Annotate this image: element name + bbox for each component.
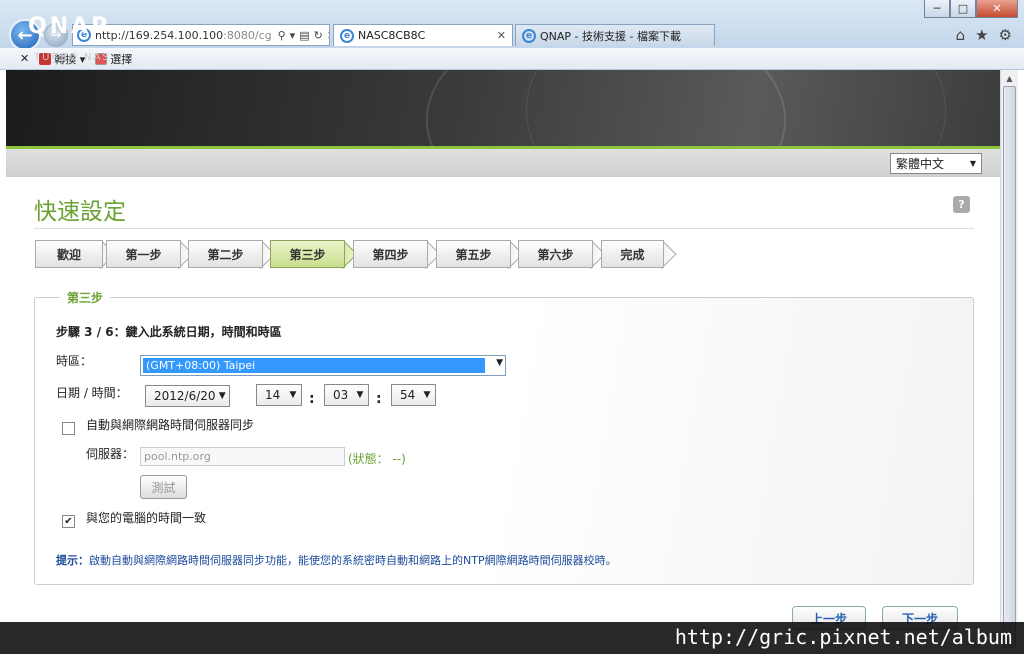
- search-icon[interactable]: ⚲: [278, 29, 286, 42]
- tab-label: QNAP - 技術支援 - 檔案下載: [540, 29, 681, 43]
- step-3[interactable]: 第三步: [270, 240, 345, 268]
- command-bar: ✕ 轉換 ▾ 選擇: [0, 48, 1024, 70]
- scroll-thumb[interactable]: [1003, 86, 1016, 648]
- language-bar: [6, 149, 1000, 177]
- page-title: 快速設定: [34, 199, 126, 225]
- tip-text: 提示：啟動自動與網際網路時間伺服器同步功能，能使您的系統密時自動和網路上的NTP…: [56, 554, 617, 567]
- address-url: http://169.254.100.100:8080/cg: [95, 28, 272, 42]
- ie-icon: e: [522, 28, 536, 43]
- tab-nas[interactable]: e NASC8CB8C ✕: [333, 24, 513, 46]
- vertical-scrollbar[interactable]: ▲: [1000, 70, 1018, 648]
- close-tab-icon[interactable]: ✕: [497, 29, 506, 42]
- step-finish[interactable]: 完成: [601, 240, 664, 268]
- header-swirl: [526, 70, 946, 146]
- help-icon[interactable]: ?: [953, 196, 970, 213]
- star-icon[interactable]: ★: [975, 26, 988, 44]
- stop-icon[interactable]: ✕: [327, 29, 329, 42]
- time-separator: :: [309, 391, 315, 407]
- step-4[interactable]: 第四步: [353, 240, 428, 268]
- chevron-down-icon: ▼: [496, 358, 503, 368]
- close-bar-icon[interactable]: ✕: [20, 52, 29, 65]
- step-heading: 步驟 3 / 6：鍵入此系統日期，時間和時區: [56, 325, 282, 339]
- second-select[interactable]: 54 ▼: [391, 384, 436, 406]
- datetime-label: 日期 / 時間：: [56, 386, 128, 400]
- ntp-sync-label: 自動與網際網路時間伺服器同步: [86, 418, 255, 432]
- window-controls: ─ □ ✕: [924, 0, 1018, 18]
- close-window-button[interactable]: ✕: [976, 0, 1018, 18]
- ie-icon: e: [340, 28, 354, 43]
- gear-icon[interactable]: ⚙: [999, 26, 1012, 44]
- server-label: 伺服器：: [86, 447, 135, 461]
- home-icon[interactable]: ⌂: [956, 26, 966, 44]
- maximize-button[interactable]: □: [950, 0, 976, 18]
- step-1[interactable]: 第一步: [106, 240, 181, 268]
- language-select[interactable]: 繁體中文 ▼: [890, 153, 982, 174]
- address-bar[interactable]: e http://169.254.100.100:8080/cg ⚲ ▾ ▤ ↻…: [72, 24, 330, 46]
- chevron-down-icon: ▼: [969, 159, 977, 168]
- address-tools: ⚲ ▾ ▤ ↻ ✕: [278, 29, 329, 42]
- time-separator: :: [376, 391, 382, 407]
- timezone-label: 時區：: [56, 354, 93, 368]
- refresh-icon[interactable]: ↻: [314, 29, 323, 42]
- test-button[interactable]: 測試: [140, 475, 187, 499]
- fieldset-legend: 第三步: [60, 289, 111, 306]
- compat-view-icon[interactable]: ▤: [299, 29, 309, 42]
- tab-qnap-support[interactable]: e QNAP - 技術支援 - 檔案下載: [515, 24, 715, 46]
- minimize-button[interactable]: ─: [924, 0, 950, 18]
- hour-select[interactable]: 14 ▼: [256, 384, 302, 406]
- step-5[interactable]: 第五步: [436, 240, 511, 268]
- checkmark-icon: ✔: [64, 516, 73, 527]
- chevron-down-icon: ▼: [289, 390, 297, 400]
- qnap-logo: QNAP: [28, 14, 111, 39]
- step-6[interactable]: 第六步: [518, 240, 593, 268]
- timezone-select[interactable]: (GMT+08:00) Taipei ▼: [140, 355, 506, 376]
- browser-right-icons: ⌂ ★ ⚙: [956, 26, 1012, 44]
- pc-sync-label: 與您的電腦的時間一致: [86, 511, 207, 525]
- ntp-server-input[interactable]: pool.ntp.org: [140, 447, 345, 466]
- qnap-header: [6, 70, 1000, 146]
- step-fieldset: [34, 297, 974, 585]
- step-welcome[interactable]: 歡迎: [35, 240, 103, 268]
- chevron-down-icon[interactable]: ▾: [290, 29, 296, 42]
- chevron-down-icon: ▼: [423, 390, 431, 400]
- chevron-down-icon: ▼: [218, 391, 226, 401]
- date-select[interactable]: 2012/6/20 ▼: [145, 385, 230, 407]
- tab-label: NASC8CB8C: [358, 29, 426, 42]
- turbo-nas-label: TURBO NAS: [34, 52, 111, 63]
- ntp-sync-checkbox[interactable]: [62, 422, 75, 435]
- pc-sync-checkbox[interactable]: ✔: [62, 515, 75, 528]
- ntp-status: (狀態： --): [348, 452, 406, 466]
- scroll-up-icon[interactable]: ▲: [1001, 70, 1018, 87]
- title-divider: [34, 228, 974, 229]
- chevron-down-icon: ▼: [356, 390, 364, 400]
- watermark-text: http://gric.pixnet.net/album: [674, 625, 1012, 649]
- step-2[interactable]: 第二步: [188, 240, 263, 268]
- minute-select[interactable]: 03 ▼: [324, 384, 369, 406]
